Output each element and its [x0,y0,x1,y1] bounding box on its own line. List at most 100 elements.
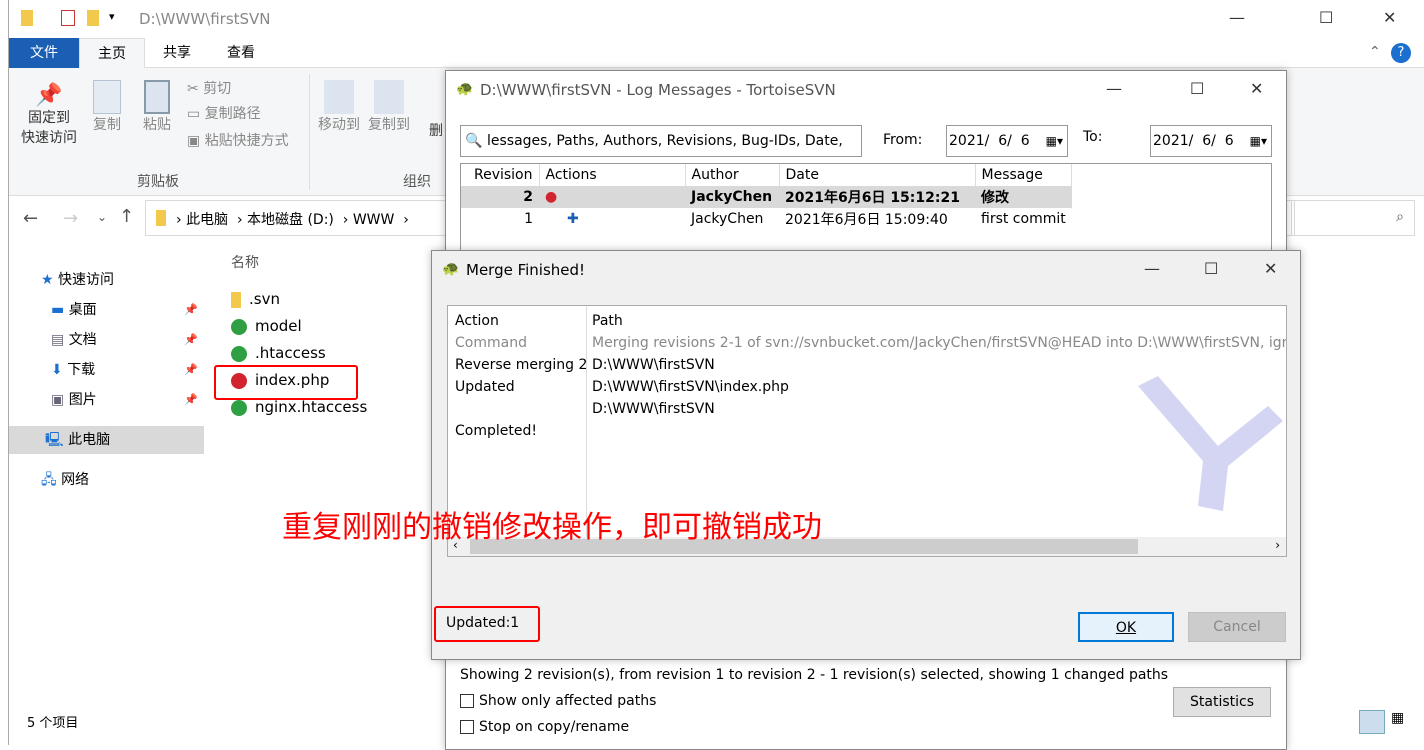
window-title: D:\WWW\firstSVN - Log Messages - Tortois… [480,81,836,99]
breadcrumb: › 此电脑 › 本地磁盘 (D:) › WWW › [176,212,409,228]
help-icon[interactable]: ? [1391,43,1411,63]
column-action[interactable]: Action [455,310,587,332]
file-item[interactable]: .htaccess [231,340,326,366]
table-row[interactable]: 1 ✚ JackyChen 2021年6月6日 15:09:40 first c… [461,208,1072,230]
minimize-icon[interactable]: — [1229,8,1245,27]
column-message[interactable]: Message [975,164,1073,186]
tab-view[interactable]: 查看 [209,38,273,68]
maximize-icon[interactable]: ☐ [1190,79,1204,98]
revision-number: 1 [524,211,533,227]
close-icon[interactable]: ✕ [1383,8,1396,27]
quick-access-dropdown-icon[interactable]: ▾ [109,10,115,23]
ok-button[interactable]: OK [1078,612,1174,642]
copy-to-button[interactable]: 复制到 [365,80,413,134]
row-path [592,420,1286,442]
minimize-icon[interactable]: — [1106,79,1122,98]
maximize-icon[interactable]: ☐ [1204,259,1218,278]
pin-quick-access-button[interactable]: 📌 固定到 快速访问 [17,83,81,148]
up-icon[interactable]: ↑ [119,206,134,227]
copy-path-label: 复制路径 [204,106,261,122]
paste-shortcut-button[interactable]: ▣ 粘贴快捷方式 [187,130,289,150]
tab-file[interactable]: 文件 [9,38,79,68]
clipboard-icon [144,80,170,114]
new-folder-icon[interactable] [87,10,99,26]
nav-quick-access[interactable]: ★ 快速访问 [9,266,204,294]
expand-ribbon-icon[interactable]: ⌃ [1369,44,1381,60]
star-icon: ★ [41,272,59,288]
nav-documents[interactable]: ▤ 文档 📌 [9,326,204,354]
row-path: Merging revisions 2-1 of svn://svnbucket… [592,335,1287,351]
nav-desktop[interactable]: ▬ 桌面 📌 [9,296,204,324]
copy-button[interactable]: 复制 [87,80,127,134]
row-path: D:\WWW\firstSVN [592,357,715,373]
table-row[interactable]: 2 ● JackyChen 2021年6月6日 15:12:21 修改 [461,186,1072,208]
breadcrumb-item[interactable]: 此电脑 [186,212,228,228]
pin-icon[interactable]: 📌 [184,326,198,354]
nav-this-pc[interactable]: 🖳 此电脑 [9,426,204,454]
from-date-picker[interactable]: 2021/ 6/ 6 ▦▾ [946,125,1068,157]
message: 修改 [981,190,1009,206]
nav-label: 桌面 [68,302,97,318]
column-revision[interactable]: Revision [461,164,540,186]
details-view-icon[interactable] [1359,710,1385,734]
recent-dropdown-icon[interactable]: ⌄ [97,210,107,224]
delete-button[interactable]: 删 [429,120,443,140]
explorer-title-bar: ▾ D:\WWW\firstSVN — ☐ ✕ [9,0,1424,38]
tab-share[interactable]: 共享 [145,38,209,68]
move-to-button[interactable]: 移动到 [315,80,363,134]
paste-button[interactable]: 粘贴 [137,80,177,134]
column-path[interactable]: Path [592,310,1286,332]
checkbox[interactable] [460,720,474,734]
shortcut-icon: ▣ [187,133,205,149]
revision-list: Revision Actions Author Date Message 2 ●… [460,163,1272,253]
scroll-right-icon[interactable]: › [1275,538,1280,552]
nav-label: 下载 [67,362,96,378]
calendar-dropdown-icon[interactable]: ▦▾ [1046,126,1063,156]
close-icon[interactable]: ✕ [1264,259,1277,278]
pin-icon[interactable]: 📌 [184,296,198,324]
to-date-picker[interactable]: 2021/ 6/ 6 ▦▾ [1150,125,1272,157]
search-icon: 🔍 [465,133,483,149]
breadcrumb-item[interactable]: WWW [353,212,395,228]
cancel-button[interactable]: Cancel [1188,612,1286,642]
minimize-icon[interactable]: — [1144,259,1160,278]
action-cell: ✚ [539,208,685,230]
show-affected-checkbox[interactable]: Show only affected paths [460,693,656,709]
tab-home[interactable]: 主页 [79,38,145,68]
properties-icon[interactable] [61,10,75,26]
cut-button[interactable]: ✂ 剪切 [187,78,231,98]
large-icons-view-icon[interactable]: ▦ [1391,710,1417,734]
move-to-label: 移动到 [318,117,360,133]
back-icon[interactable]: ← [23,208,38,229]
file-item[interactable]: .svn [231,286,280,312]
nav-label: 网络 [61,472,90,488]
nav-network[interactable]: 🖧 网络 [9,466,204,494]
maximize-icon[interactable]: ☐ [1319,8,1333,27]
breadcrumb-item[interactable]: 本地磁盘 (D:) [247,212,334,228]
statistics-button[interactable]: Statistics [1173,687,1271,717]
copy-label: 复制 [93,117,121,133]
search-box[interactable]: ⌕ [1291,200,1415,236]
ribbon-tabs: 文件 主页 共享 查看 ⌃ ? [9,38,1424,68]
pin-icon[interactable]: 📌 [184,386,198,414]
author: JackyChen [691,189,773,205]
nav-downloads[interactable]: ⬇ 下载 📌 [9,356,204,384]
calendar-dropdown-icon[interactable]: ▦▾ [1250,126,1267,156]
pin-icon[interactable]: 📌 [184,356,198,384]
close-icon[interactable]: ✕ [1250,79,1263,98]
column-header-name[interactable]: 名称 [231,252,259,272]
stop-on-copy-checkbox[interactable]: Stop on copy/rename [460,719,629,735]
checkbox[interactable] [460,694,474,708]
nav-label: 此电脑 [68,432,111,448]
copy-path-button[interactable]: ▭ 复制路径 [187,103,261,123]
cut-label: 剪切 [203,81,232,97]
forward-icon[interactable]: → [63,208,78,229]
column-author[interactable]: Author [685,164,780,186]
column-date[interactable]: Date [779,164,976,186]
file-item[interactable]: model [231,313,302,339]
column-actions[interactable]: Actions [539,164,686,186]
nav-pictures[interactable]: ▣ 图片 📌 [9,386,204,414]
folder-icon [231,291,241,308]
log-search-input[interactable]: 🔍 lessages, Paths, Authors, Revisions, Bu… [460,125,862,157]
file-name: nginx.htaccess [255,398,368,416]
